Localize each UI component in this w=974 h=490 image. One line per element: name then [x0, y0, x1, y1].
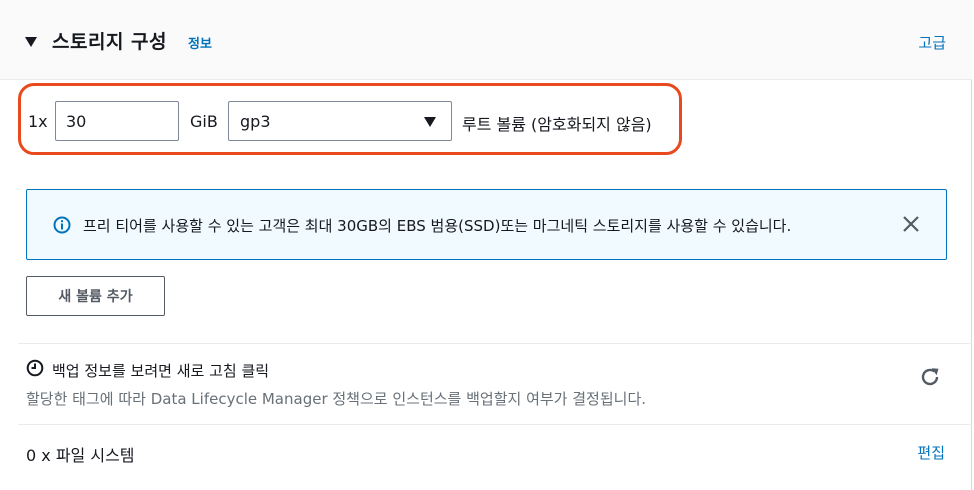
volume-size-input[interactable] — [55, 101, 179, 141]
refresh-icon[interactable] — [918, 365, 942, 389]
edit-filesystems-link[interactable]: 편집 — [917, 442, 945, 463]
close-icon[interactable] — [902, 215, 920, 233]
alert-text: 프리 티어를 사용할 수 있는 고객은 최대 30GB의 EBS 범용(SSD)… — [83, 217, 792, 235]
info-link[interactable]: 정보 — [188, 33, 212, 52]
divider — [18, 343, 972, 344]
volume-type-value: gp3 — [240, 112, 271, 131]
storage-config-panel: 스토리지 구성 정보 고급 1x GiB gp3 루트 볼륨 (암호화되지 않음… — [0, 0, 972, 490]
section-title[interactable]: 스토리지 구성 — [52, 27, 167, 54]
caret-down-icon[interactable] — [24, 36, 38, 48]
free-tier-alert: 프리 티어를 사용할 수 있는 고객은 최대 30GB의 EBS 범용(SSD)… — [26, 189, 947, 260]
clock-icon — [26, 359, 44, 377]
filesystem-count-label: 0 x 파일 시스템 — [26, 446, 135, 465]
backup-description: 할당한 태그에 따라 Data Lifecycle Manager 정책으로 인… — [26, 390, 647, 408]
volume-type-select[interactable]: gp3 — [228, 101, 452, 141]
triangle-down-icon — [424, 117, 436, 127]
root-volume-label: 루트 볼륨 (암호화되지 않음) — [462, 115, 652, 134]
divider — [18, 424, 972, 425]
section-header: 스토리지 구성 정보 고급 — [0, 0, 972, 80]
advanced-link[interactable]: 고급 — [918, 32, 946, 53]
add-volume-button[interactable]: 새 볼륨 추가 — [26, 276, 165, 316]
volume-count-label: 1x — [28, 112, 48, 131]
info-icon — [53, 216, 71, 234]
volume-unit-label: GiB — [190, 112, 218, 131]
backup-title: 백업 정보를 보려면 새로 고침 클릭 — [52, 362, 270, 380]
